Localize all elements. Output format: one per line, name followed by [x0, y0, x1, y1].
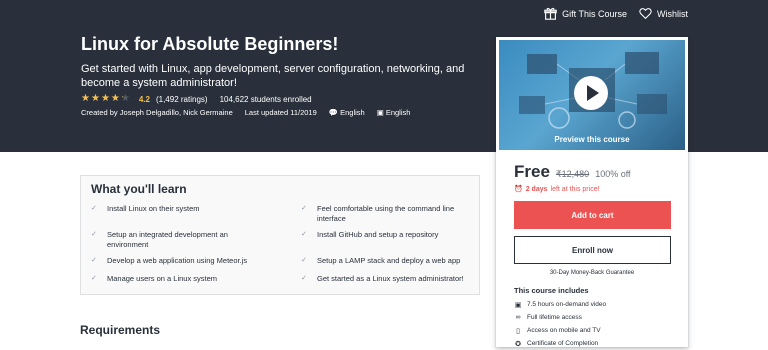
learn-item: ✓ Get started as a Linux system administr…	[301, 274, 471, 284]
wishlist-button[interactable]: Wishlist	[639, 7, 688, 20]
check-icon: ✓	[301, 257, 307, 264]
learn-item: ✓ Manage users on a Linux system	[91, 274, 261, 284]
learn-item: ✓ Setup a LAMP stack and deploy a web app	[301, 256, 471, 266]
check-icon: ✓	[301, 205, 307, 212]
rating-row: ★ ★ ★ ★ ★ 4.2 (1,492 ratings) 104,622 st…	[81, 94, 312, 104]
learn-item: ✓ Feel comfortable using the command line…	[301, 204, 471, 224]
gift-icon	[544, 7, 557, 20]
language-info: 💬 English	[329, 108, 365, 117]
price-urgency: ⏰ 2 days left at this price!	[514, 185, 600, 194]
includes-title: This course includes	[514, 286, 589, 295]
last-updated: Last updated 11/2019	[244, 108, 317, 117]
course-meta: Created by Joseph Delgadillo, Nick Germa…	[81, 108, 410, 117]
include-label: Certificate of Completion	[527, 340, 599, 347]
wishlist-label: Wishlist	[657, 8, 688, 19]
star-icon: ★	[90, 93, 100, 104]
check-icon: ✓	[91, 231, 97, 238]
learn-item: ✓ Install GitHub and setup a repository	[301, 230, 471, 240]
course-subtitle: Get started with Linux, app development,…	[81, 63, 465, 89]
include-label: Access on mobile and TV	[527, 327, 601, 334]
ratings-count[interactable]: (1,492 ratings)	[156, 95, 208, 104]
urgency-text: left at this price!	[550, 185, 600, 193]
star-icon: ★	[110, 93, 120, 104]
star-icon: ★	[100, 93, 110, 104]
course-preview[interactable]: Preview this course	[499, 40, 685, 150]
check-icon: ✓	[301, 275, 307, 282]
purchase-card: Preview this course Free ₹12,480 100% of…	[496, 37, 688, 350]
add-to-cart-button[interactable]: Add to cart	[514, 201, 671, 229]
what-you-learn-title: What you'll learn	[91, 182, 187, 196]
money-back-guarantee: 30-Day Money-Back Guarantee	[549, 270, 635, 276]
what-you-learn-box: What you'll learn ✓ Install Linux on thei…	[80, 175, 480, 295]
price-row: Free ₹12,480 100% off	[514, 162, 631, 182]
certificate-icon: ✪	[515, 340, 521, 348]
current-price: Free	[514, 162, 550, 181]
captions-icon: ▣	[376, 108, 384, 117]
original-price: ₹12,480	[555, 169, 590, 179]
learn-item: ✓ Setup an integrated development an envi…	[91, 230, 261, 250]
include-item: ✪ Certificate of Completion	[514, 337, 606, 350]
topbar-actions: Gift This Course Wishlist	[544, 7, 688, 20]
requirements-title: Requirements	[80, 323, 161, 337]
discount-percent: 100% off	[595, 169, 631, 179]
learn-item-text: Setup a LAMP stack and deploy a web app	[317, 256, 461, 265]
alarm-clock-icon: ⏰	[514, 186, 523, 193]
gift-course-label: Gift This Course	[562, 8, 627, 19]
star-half-icon: ★	[120, 93, 130, 104]
urgency-days: 2 days	[525, 185, 548, 193]
learn-item-text: Install Linux on their system	[107, 204, 200, 213]
check-icon: ✓	[91, 275, 97, 282]
preview-label: Preview this course	[554, 135, 630, 144]
language-label: English	[340, 108, 365, 117]
students-enrolled: 104,622 students enrolled	[219, 94, 312, 104]
learn-item-text: Manage users on a Linux system	[107, 274, 218, 283]
heart-icon	[639, 8, 652, 20]
includes-list: ▣ 7.5 hours on-demand video ∞ Full lifetim…	[514, 298, 606, 350]
captions-info: ▣ English	[377, 108, 411, 117]
captions-label: English	[385, 108, 411, 117]
check-icon: ✓	[91, 205, 97, 212]
created-by[interactable]: Created by Joseph Delgadillo, Nick Germa…	[81, 108, 233, 117]
course-title: Linux for Absolute Beginners!	[81, 34, 339, 54]
include-item: ▯ Access on mobile and TV	[514, 324, 606, 337]
check-icon: ✓	[301, 231, 307, 238]
include-item: ∞ Full lifetime access	[514, 311, 606, 324]
learn-item-text: Setup an integrated development an envir…	[107, 230, 228, 249]
star-rating: ★ ★ ★ ★ ★	[81, 94, 130, 104]
gift-course-button[interactable]: Gift This Course	[544, 7, 627, 20]
learn-item: ✓ Develop a web application using Meteor.…	[91, 256, 261, 266]
speech-bubble-icon: 💬	[328, 108, 339, 117]
include-item: ▣ 7.5 hours on-demand video	[514, 298, 606, 311]
video-icon: ▣	[514, 301, 522, 309]
enroll-now-button[interactable]: Enroll now	[514, 236, 671, 264]
mobile-icon: ▯	[516, 327, 520, 335]
infinity-icon: ∞	[515, 314, 521, 321]
include-label: 7.5 hours on-demand video	[527, 301, 607, 308]
learn-item-text: Install GitHub and setup a repository	[317, 230, 439, 239]
learn-item-text: Get started as a Linux system administra…	[317, 274, 464, 283]
learn-item-text: Feel comfortable using the command line …	[317, 204, 455, 223]
include-label: Full lifetime access	[527, 314, 582, 321]
play-button[interactable]	[574, 76, 608, 110]
rating-value: 4.2	[138, 94, 150, 104]
star-icon: ★	[81, 93, 90, 104]
learn-item-text: Develop a web application using Meteor.j…	[107, 256, 248, 265]
learn-item: ✓ Install Linux on their system	[91, 204, 261, 214]
check-icon: ✓	[91, 257, 97, 264]
